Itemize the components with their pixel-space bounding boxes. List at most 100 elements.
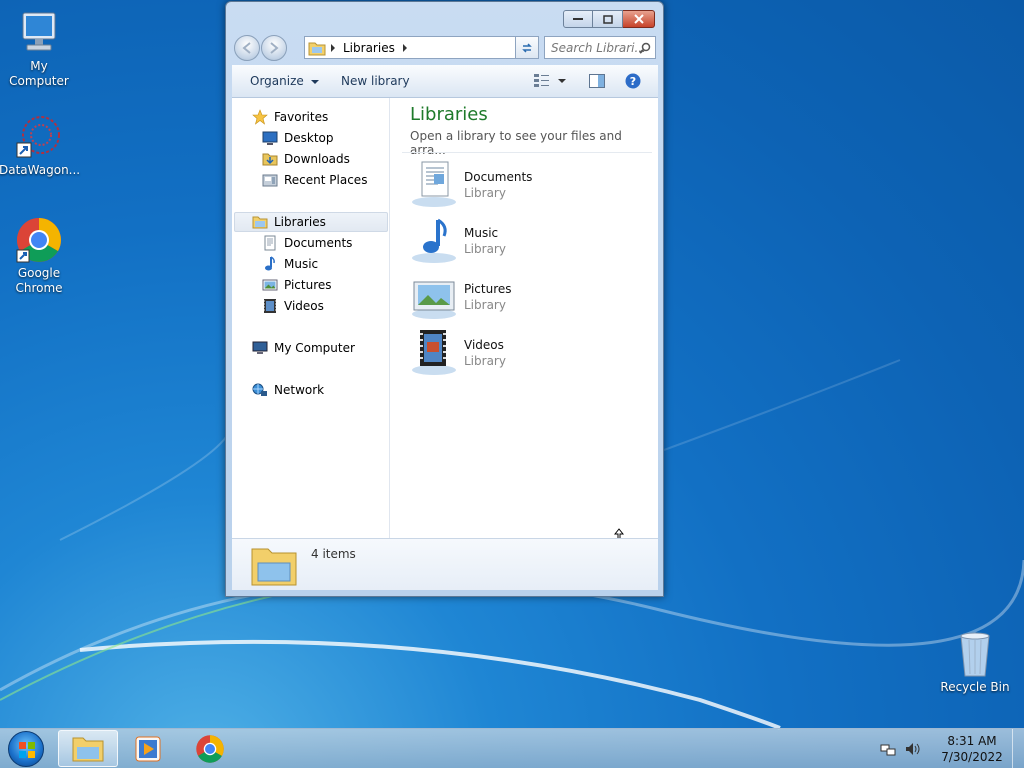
restore-icon [602,14,613,24]
library-item-music[interactable]: Music Library [410,216,640,266]
address-text[interactable]: Libraries [343,41,395,55]
desktop-icon-google-chrome[interactable]: Google Chrome [0,216,79,296]
nav-label: Pictures [284,278,332,292]
documents-icon [264,235,276,251]
videos-icon [264,299,276,313]
taskbar-explorer-button[interactable] [58,730,118,767]
desktop-icon [262,131,278,145]
breadcrumb-arrow-icon[interactable] [401,43,409,53]
music-library-icon [412,218,456,263]
nav-label: My Computer [274,341,355,355]
network-status-icon[interactable] [880,741,896,757]
back-button[interactable] [234,35,260,61]
preview-pane-button[interactable] [589,74,605,91]
library-name: Videos [464,338,504,352]
desktop-icon-datawagon[interactable]: DataWagon... [0,113,81,178]
forward-button[interactable] [261,35,287,61]
desktop-icon-label: Recycle Bin [940,680,1010,694]
nav-label: Recent Places [284,173,368,187]
nav-label: Desktop [284,131,334,145]
item-count: 4 items [311,547,356,561]
chrome-icon [196,734,224,763]
close-button[interactable] [623,10,655,28]
nav-label: Videos [284,299,324,313]
refresh-button[interactable] [515,36,539,59]
refresh-icon [522,42,532,53]
nav-downloads[interactable]: Downloads [262,149,350,169]
library-type: Library [464,298,506,312]
search-box[interactable]: Search Librari... [544,36,656,59]
navigation-bar: Libraries Search Librari... [234,33,656,61]
taskbar-chrome-button[interactable] [180,730,240,767]
library-name: Documents [464,170,533,184]
recycle-bin-icon [951,630,999,678]
explorer-folder-icon [72,737,104,761]
media-player-icon [135,736,161,761]
clock-date: 7/30/2022 [941,750,1003,764]
nav-videos[interactable]: Videos [262,296,324,316]
library-folder-icon [308,42,326,55]
search-icon[interactable] [639,42,651,54]
taskbar-media-player-button[interactable] [118,730,178,767]
nav-network[interactable]: Network [252,380,324,400]
address-bar[interactable]: Libraries [304,36,534,59]
desktop-icon-recycle-bin[interactable]: Recycle Bin [935,630,1015,695]
nav-music[interactable]: Music [262,254,318,274]
preview-pane-icon [589,74,605,88]
explorer-window[interactable]: Libraries Search Librari... Organize New… [225,1,664,597]
view-options-button[interactable] [534,74,566,91]
nav-label: Favorites [274,110,329,124]
forward-arrow-icon [270,42,279,54]
downloads-folder-icon [262,153,278,166]
organize-label: Organize [250,74,304,88]
desktop-icon-label: DataWagon... [0,163,81,177]
maximize-button[interactable] [593,10,623,28]
clock[interactable]: 8:31 AM 7/30/2022 [932,733,1012,765]
library-name: Music [464,226,499,240]
help-icon: ? [625,73,641,89]
nav-recent-places[interactable]: Recent Places [262,170,367,190]
view-icon [534,74,566,87]
nav-label: Libraries [274,215,326,229]
star-icon [252,109,268,125]
nav-desktop[interactable]: Desktop [262,128,334,148]
clock-time: 8:31 AM [947,734,997,748]
divider [402,152,652,153]
desktop-icon-my-computer[interactable]: My Computer [0,9,79,89]
nav-label: Network [274,383,325,397]
new-library-button[interactable]: New library [341,74,410,88]
nav-label: Music [284,257,319,271]
close-icon [633,14,644,24]
nav-documents[interactable]: Documents [262,233,352,253]
start-button[interactable] [8,731,44,767]
nav-libraries[interactable]: Libraries [252,212,326,232]
volume-icon[interactable] [904,741,920,757]
windows-logo-icon [19,742,35,758]
nav-favorites[interactable]: Favorites [252,107,328,127]
breadcrumb-arrow-icon[interactable] [329,43,337,53]
library-type: Library [464,242,506,256]
details-pane: 4 items [232,538,658,590]
pictures-library-icon [412,281,456,319]
library-item-pictures[interactable]: Pictures Library [410,272,640,322]
organize-menu[interactable]: Organize [250,74,319,88]
pictures-icon [262,279,278,291]
library-name: Pictures [464,282,512,296]
library-item-documents[interactable]: Documents Library [410,160,640,210]
nav-my-computer[interactable]: My Computer [252,338,355,358]
computer-icon [15,9,63,57]
recent-places-icon [262,174,278,187]
system-tray: 8:31 AM 7/30/2022 [880,729,1024,768]
explorer-content: Favorites Desktop Downloads Recent Place… [232,98,658,552]
nav-label: Documents [284,236,353,250]
minimize-button[interactable] [563,10,593,28]
computer-icon [252,341,268,354]
chevron-down-icon [310,80,319,84]
library-item-videos[interactable]: Videos Library [410,328,640,378]
svg-text:?: ? [630,75,636,88]
show-desktop-button[interactable] [1012,729,1024,768]
back-arrow-icon [242,42,251,54]
help-button[interactable]: ? [625,73,641,92]
videos-library-icon [412,330,456,375]
nav-pictures[interactable]: Pictures [262,275,332,295]
